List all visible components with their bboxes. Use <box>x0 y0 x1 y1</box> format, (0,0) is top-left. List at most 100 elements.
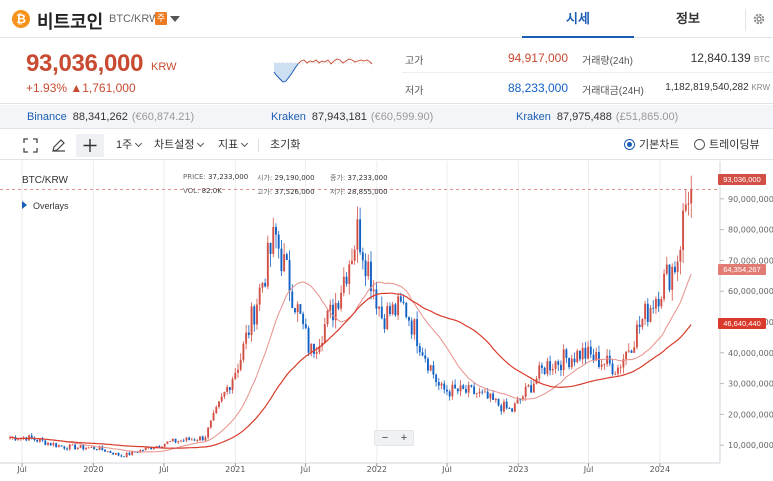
indicators-select[interactable]: 지표 <box>218 131 249 160</box>
tab-info[interactable]: 정보 <box>632 0 744 38</box>
candle-body <box>470 385 473 387</box>
exchange-price: 87,943,181 <box>311 111 367 123</box>
candle-body <box>66 448 68 450</box>
candle-body <box>380 306 383 319</box>
candle-body <box>481 391 484 393</box>
candle-body <box>166 441 169 444</box>
candle-body <box>475 393 478 395</box>
zoom-in-button[interactable]: + <box>394 431 414 446</box>
candle-body <box>223 391 226 397</box>
crosshair-button[interactable] <box>76 134 104 157</box>
fullscreen-icon[interactable] <box>23 138 38 153</box>
candle-body <box>399 296 402 302</box>
candle-body <box>17 439 20 441</box>
basic-chart-radio[interactable]: 기본차트 <box>624 131 679 160</box>
coin-pair: BTC/KRW <box>109 13 160 25</box>
candle-body <box>280 248 283 272</box>
legend-high: 고가: 37,526,000 <box>257 187 315 197</box>
candle-body <box>85 448 87 450</box>
candle-body <box>570 358 573 368</box>
candle-body <box>60 445 63 447</box>
candle-body <box>616 367 619 374</box>
candle-body <box>207 427 210 438</box>
candle-body <box>606 355 609 365</box>
candle-body <box>245 332 248 344</box>
candle-body <box>82 445 85 450</box>
candle-body <box>394 304 397 316</box>
x-tick-label: Jul <box>441 465 452 474</box>
legend-label: 저가: <box>330 188 346 196</box>
candle-body <box>68 444 71 450</box>
reset-button[interactable]: 초기화 <box>270 131 300 160</box>
candle-body <box>47 442 49 445</box>
candle-body <box>646 303 649 322</box>
candle-body <box>117 452 120 456</box>
candle-body <box>627 350 630 352</box>
candle-body <box>326 310 329 325</box>
candle-body <box>209 420 212 428</box>
coin-name[interactable]: 비트코인 <box>37 8 103 34</box>
candle-body <box>492 393 495 400</box>
bitcoin-icon: ₿ <box>12 10 30 28</box>
settings-button[interactable] <box>745 9 769 31</box>
price-chart[interactable]: 10,000,000 20,000,000 30,000,000 40,000,000… <box>0 161 773 481</box>
tab-market[interactable]: 시세 <box>522 0 634 38</box>
candle-body <box>413 319 416 335</box>
legend-label: 고가: <box>257 188 273 196</box>
exchange-item[interactable]: Kraken 87,975,488 (£51,865.00) <box>516 111 678 123</box>
candle-body <box>538 365 541 379</box>
candle-body <box>663 273 666 299</box>
candle-body <box>296 304 299 313</box>
candle-body <box>562 349 565 371</box>
candle-body <box>332 304 334 321</box>
divider <box>402 72 773 73</box>
x-tick-label: Jul <box>583 465 594 474</box>
chart-settings-label: 차트설정 <box>154 139 195 151</box>
candle-body <box>614 373 617 375</box>
candle-body <box>258 287 261 305</box>
candle-body <box>87 447 90 449</box>
overlays-toggle[interactable]: Overlays <box>22 201 69 211</box>
exchange-item[interactable]: Binance 88,341,262 (€60,874.21) <box>27 111 194 123</box>
candle-body <box>36 439 39 442</box>
chevron-down-icon[interactable] <box>170 16 180 22</box>
price-summary: 93,036,000 KRW +1.93% ▲1,761,000 고가 94,9… <box>0 38 773 104</box>
candle-body <box>128 452 131 455</box>
interval-select[interactable]: 1주 <box>116 131 143 160</box>
candle-body <box>275 226 277 235</box>
candle-body <box>516 399 519 404</box>
candle-body <box>218 401 220 407</box>
candle-body <box>456 388 459 392</box>
candle-body <box>264 283 267 287</box>
candle-body <box>163 443 166 447</box>
current-price: 93,036,000 <box>26 50 144 77</box>
trade-amount-value: 1,182,819,540,282 KRW <box>640 82 770 93</box>
candle-body <box>231 379 234 391</box>
exchange-item[interactable]: Kraken 87,943,181 (€60,599.90) <box>271 111 433 123</box>
candle-body <box>112 452 115 455</box>
chevron-down-icon <box>197 139 205 148</box>
pencil-icon[interactable] <box>51 138 66 153</box>
candle-body <box>364 260 367 277</box>
zoom-out-button[interactable]: − <box>375 431 395 446</box>
tradingview-radio[interactable]: 트레이딩뷰 <box>694 131 760 160</box>
candle-body <box>71 444 74 446</box>
candle-body <box>543 367 546 374</box>
candle-body <box>443 383 446 390</box>
candle-body <box>508 408 511 410</box>
zoom-controls: − + <box>374 430 414 446</box>
candle-body <box>337 302 340 309</box>
candle-body <box>391 304 394 314</box>
legend-open: 시가: 29,190,000 <box>257 173 315 183</box>
candle-body <box>549 361 552 371</box>
candle-body <box>123 456 125 458</box>
candle-body <box>185 437 188 441</box>
candle-body <box>592 354 595 361</box>
candle-body <box>665 264 668 274</box>
candle-body <box>63 446 66 449</box>
candle-body <box>253 306 256 325</box>
candle-body <box>676 261 679 273</box>
chart-settings-select[interactable]: 차트설정 <box>154 131 205 160</box>
candle-body <box>459 385 462 392</box>
exchange-prices-bar: Binance 88,341,262 (€60,874.21) Kraken 87,9… <box>0 105 773 129</box>
